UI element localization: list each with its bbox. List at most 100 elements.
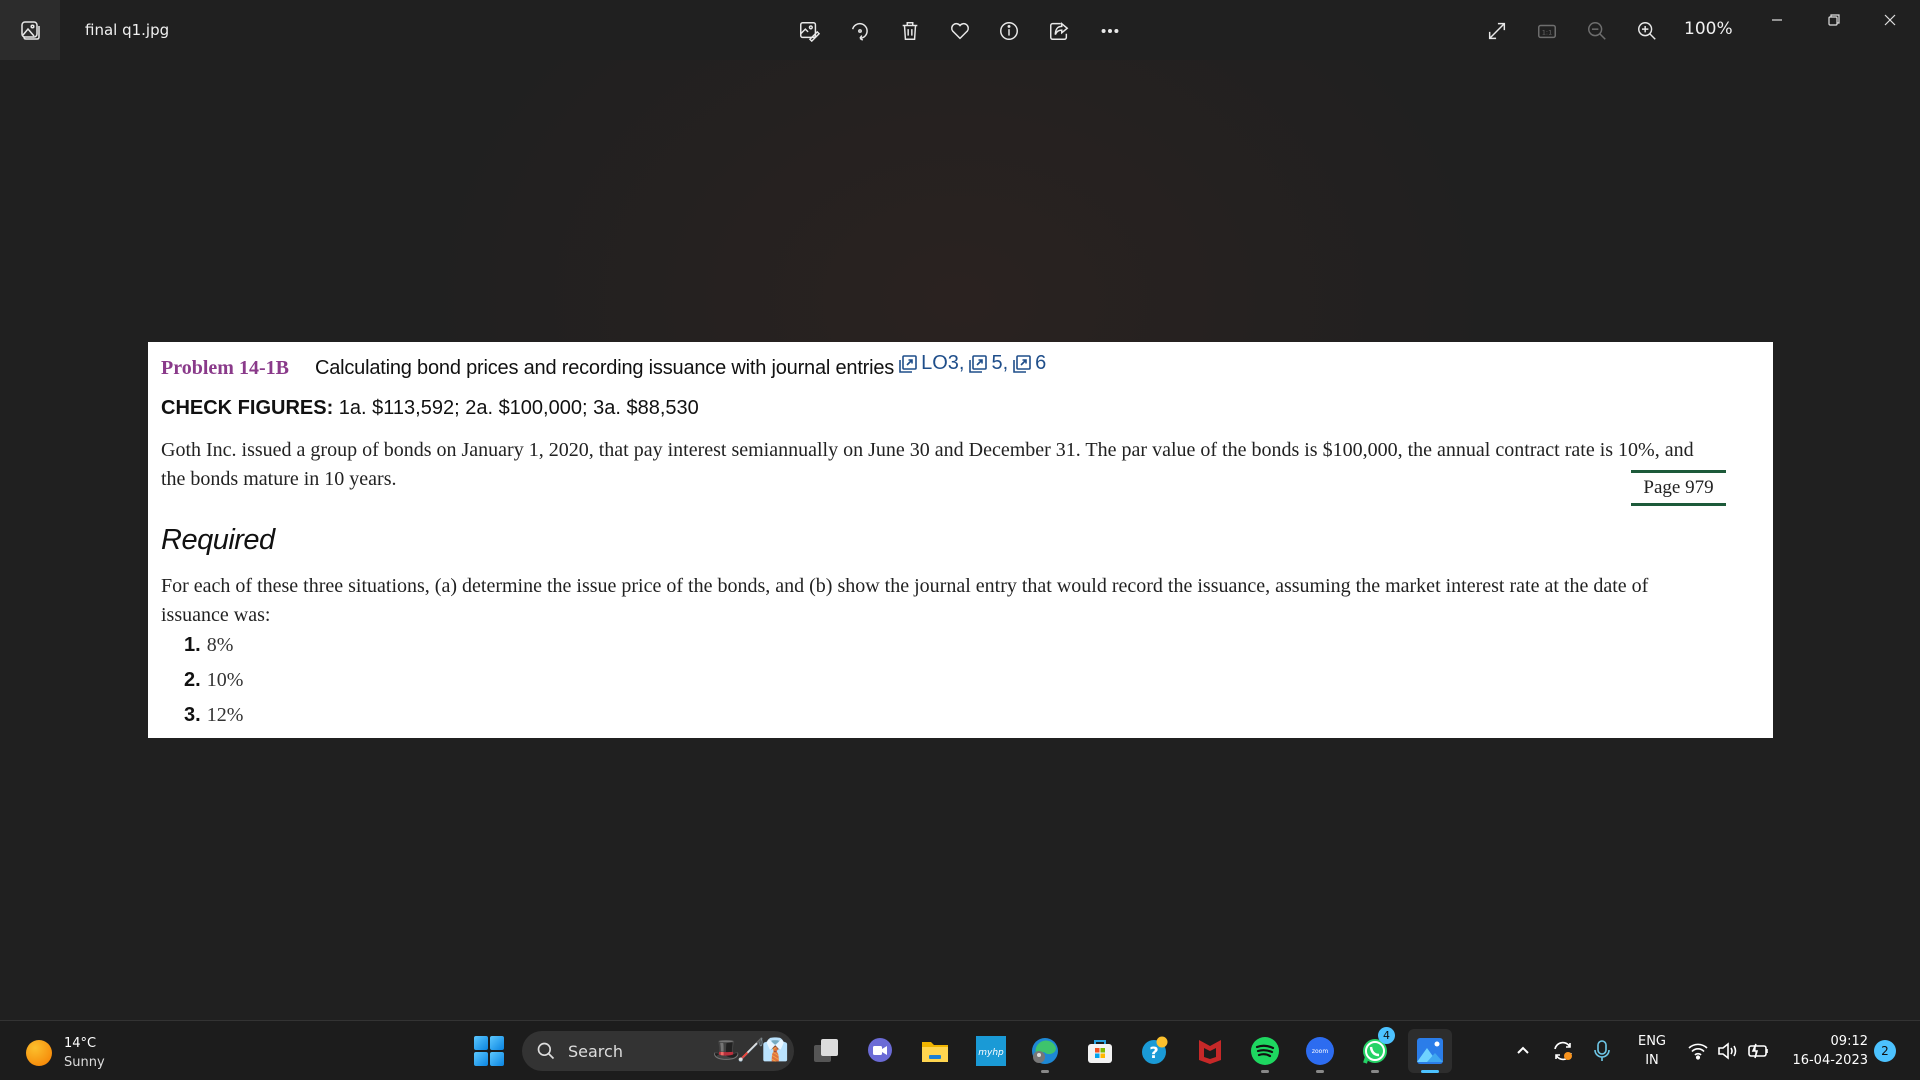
start-button[interactable] [474,1036,504,1066]
minimize-button[interactable] [1749,0,1805,40]
external-link-icon [1013,354,1031,373]
zoom-level[interactable]: 100% [1684,19,1733,39]
restore-button[interactable] [1806,0,1862,40]
photos-icon [1417,1038,1443,1064]
battery-charging-icon [1748,1043,1768,1059]
situation-number: 3. [184,704,201,726]
search-icon [537,1042,555,1060]
teams-chat-button[interactable] [858,1029,902,1073]
microsoft-store-button[interactable] [1078,1029,1122,1073]
rotate-icon[interactable] [846,17,874,45]
task-view-icon [814,1039,838,1062]
spotify-button[interactable] [1243,1029,1287,1073]
mcafee-icon [1199,1040,1221,1064]
wifi-tray-icon[interactable] [1686,1021,1710,1080]
svg-text:1:1: 1:1 [1542,29,1552,37]
volume-tray-icon[interactable] [1716,1021,1740,1080]
weather-temp: 14°C [64,1036,97,1051]
zoom-out-icon[interactable] [1583,17,1611,45]
lo-link-label: LO3, [921,352,965,374]
help-icon: ? [1142,1036,1168,1064]
sun-icon [26,1040,52,1066]
problem-title: Calculating bond prices and recording is… [314,356,895,379]
close-icon [1884,14,1896,26]
fullscreen-icon[interactable] [1483,17,1511,45]
search-label: Search [568,1041,623,1061]
language-indicator[interactable]: ENG IN [1630,1021,1674,1080]
myhp-button[interactable]: myhp [969,1029,1013,1073]
lo-link-label: 6 [1035,352,1047,374]
page-marker: Page 979 [1631,470,1726,506]
situation-item: 3. 12% [184,704,243,739]
problem-header: Problem 14-1B Calculating bond prices an… [161,352,1046,380]
external-link-icon [899,354,917,373]
clock[interactable]: 09:12 16-04-2023 [1784,1021,1868,1080]
myhp-icon: myhp [976,1036,1006,1066]
taskbar-search[interactable]: Search 🎩🦯👔 [522,1031,794,1071]
photos-button[interactable] [1408,1029,1452,1073]
info-icon[interactable] [995,17,1023,45]
svg-text:zoom: zoom [1312,1048,1328,1055]
problem-number: Problem 14-1B [161,356,289,379]
situation-number: 2. [184,669,201,691]
notification-badge[interactable]: 2 [1874,1040,1896,1062]
lo-link-5[interactable]: 5, [968,352,1008,375]
wifi-icon [1688,1043,1708,1060]
zoom-icon: zoom [1306,1037,1334,1065]
mcafee-button[interactable] [1188,1029,1232,1073]
task-view-button[interactable] [804,1029,848,1073]
clock-date: 16-04-2023 [1792,1053,1868,1068]
edge-icon [1032,1038,1058,1064]
situations-list: 1. 8% 2. 10% 3. 12% [184,634,243,739]
battery-tray-icon[interactable] [1746,1021,1772,1080]
get-help-button[interactable]: ? [1133,1029,1177,1073]
whatsapp-badge: 4 [1378,1027,1395,1044]
required-instructions: For each of these three situations, (a) … [161,575,1649,626]
title-bar: final q1.jpg 1:1 100% [0,0,1920,60]
minimize-icon [1772,19,1782,21]
restore-icon [1828,14,1840,26]
lo-link-label: 5, [991,352,1009,374]
clock-time: 09:12 [1830,1034,1868,1049]
svg-text:myhp: myhp [978,1048,1004,1058]
folder-icon [922,1042,948,1062]
spotify-icon [1251,1037,1279,1065]
favorite-icon[interactable] [946,17,974,45]
actual-size-icon[interactable]: 1:1 [1533,17,1561,45]
situation-rate: 12% [206,704,244,726]
photos-app-icon [0,0,60,60]
problem-description: Goth Inc. issued a group of bonds on Jan… [161,439,1694,490]
show-hidden-icons[interactable] [1512,1021,1534,1080]
more-icon[interactable] [1096,17,1124,45]
language-line2: IN [1645,1053,1659,1068]
volume-icon [1718,1042,1737,1060]
lo-link-6[interactable]: 6 [1012,352,1046,375]
file-explorer-button[interactable] [913,1029,957,1073]
weather-widget[interactable]: 14°C Sunny [26,1034,105,1072]
share-icon[interactable] [1045,17,1073,45]
chevron-up-icon [1517,1046,1529,1054]
store-icon [1088,1040,1112,1063]
whatsapp-button[interactable]: 4 [1353,1027,1397,1073]
language-line1: ENG [1637,1034,1666,1049]
situation-rate: 8% [206,634,234,656]
microphone-icon [1594,1040,1610,1061]
lo-link-3[interactable]: LO3, [898,352,964,375]
sync-icon [1554,1041,1572,1061]
weather-condition: Sunny [64,1055,105,1070]
zoom-in-icon[interactable] [1633,17,1661,45]
taskbar: 14°C Sunny Search 🎩🦯👔 myhp ? zoom 4 ENG … [0,1020,1920,1080]
document-image: Problem 14-1B Calculating bond prices an… [148,342,1773,738]
close-button[interactable] [1862,0,1918,40]
edge-button[interactable] [1023,1029,1067,1073]
check-figures: CHECK FIGURES: 1a. $113,592; 2a. $100,00… [161,397,699,420]
file-name: final q1.jpg [85,21,170,39]
delete-icon[interactable] [896,17,924,45]
required-heading: Required [161,524,275,556]
external-link-icon [969,354,988,373]
microphone-tray-icon[interactable] [1592,1021,1612,1080]
edit-image-icon[interactable] [795,17,823,45]
teams-chat-icon [868,1038,892,1062]
zoom-button[interactable]: zoom [1298,1029,1342,1073]
sync-tray-icon[interactable] [1550,1021,1576,1080]
